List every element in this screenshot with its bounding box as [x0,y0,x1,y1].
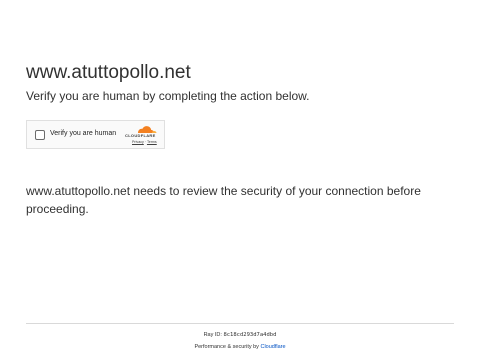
turnstile-widget: Verify you are human CLOUDFLARE Privacy … [26,120,165,149]
link-separator: · [144,140,146,144]
footer-divider [26,323,454,324]
ray-id-label: Ray ID: [203,332,222,338]
page-subtitle: Verify you are human by completing the a… [26,89,310,103]
widget-links: Privacy · Terms [132,140,157,145]
ray-id-line: Ray ID: 8c18cd293d7a4dbd [0,332,480,339]
cloudflare-link[interactable]: Cloudflare [260,344,285,350]
verify-checkbox-label[interactable]: Verify you are human [50,129,116,139]
terms-link[interactable]: Terms [147,140,157,144]
ray-id-value: 8c18cd293d7a4dbd [223,332,277,338]
challenge-page: www.atuttopollo.net Verify you are human… [0,0,480,360]
performance-line: Performance & security by Cloudflare [0,344,480,351]
verify-checkbox[interactable] [35,130,45,140]
performance-text: Performance & security by [194,344,259,350]
page-title: www.atuttopollo.net [26,62,191,83]
privacy-link[interactable]: Privacy [132,140,144,144]
cloudflare-wordmark: CLOUDFLARE [125,133,156,138]
security-message: www.atuttopollo.net needs to review the … [26,184,421,216]
